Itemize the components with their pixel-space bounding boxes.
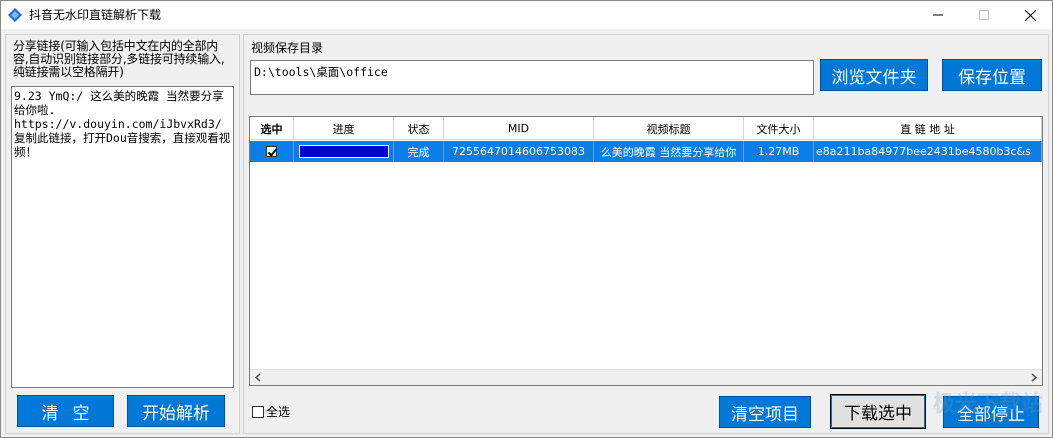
select-all-box[interactable] [252,405,264,418]
close-icon [1024,9,1036,21]
app-window: 抖音无水印直链解析下载 分享链接(可输入包括中文在内的全部内容,自动识别链接部分… [0,0,1053,438]
save-dir-input[interactable]: D:\tools\桌面\office [250,60,814,95]
scroll-right-icon[interactable] [1030,373,1038,382]
clear-button[interactable]: 清空 [17,395,114,427]
row-size-cell: 1.27MB [744,141,814,162]
column-header-mid[interactable]: MID [444,117,594,140]
save-location-button[interactable]: 保存位置 [942,59,1042,91]
table-header: 选中 进度 状态 MID 视频标题 文件大小 直 链 地 址 [250,117,1042,140]
column-header-size[interactable]: 文件大小 [744,117,814,140]
row-status-cell: 完成 [394,141,444,162]
row-title-cell: 么美的晚霞 当然要分享给你 [594,141,744,162]
download-selected-button[interactable]: 下载选中 [830,394,926,429]
video-table: 选中 进度 状态 MID 视频标题 文件大小 直 链 地 址 完成 725564 [249,116,1043,386]
share-link-panel: 分享链接(可输入包括中文在内的全部内容,自动识别链接部分,多链接可持续输入,纯链… [5,34,240,434]
row-checkbox[interactable] [266,146,277,157]
table-row[interactable]: 完成 7255647014606753083 么美的晚霞 当然要分享给你 1.2… [250,141,1042,162]
download-panel: 视频保存目录 D:\tools\桌面\office 浏览文件夹 保存位置 选中 … [243,34,1049,434]
minimize-button[interactable] [915,1,961,29]
column-header-status[interactable]: 状态 [394,117,444,140]
column-header-url[interactable]: 直 链 地 址 [814,117,1042,140]
row-select-cell[interactable] [250,141,294,162]
row-url-cell: e8a211ba84977bee2431be4580b3c&s [814,141,1042,162]
browse-folder-button[interactable]: 浏览文件夹 [820,59,928,91]
column-header-select[interactable]: 选中 [250,117,294,140]
maximize-icon [979,10,989,20]
horizontal-scrollbar[interactable] [250,369,1042,385]
clear-items-button[interactable]: 清空项目 [719,396,811,428]
maximize-button[interactable] [961,1,1007,29]
column-header-title[interactable]: 视频标题 [594,117,744,140]
save-dir-label: 视频保存目录 [251,41,324,55]
stop-all-button[interactable]: 全部停止 [943,396,1039,428]
app-diamond-icon [8,8,22,22]
progress-bar [298,145,389,158]
scroll-left-icon[interactable] [254,373,262,382]
select-all-label: 全选 [266,405,291,419]
close-button[interactable] [1007,1,1053,29]
title-bar: 抖音无水印直链解析下载 [1,1,1052,29]
share-link-textarea[interactable]: 9.23 YmQ:/ 这么美的晚霞 当然要分享给你啦. https://v.do… [11,86,234,388]
column-header-progress[interactable]: 进度 [294,117,394,140]
select-all-checkbox[interactable]: 全选 [252,403,290,420]
minimize-icon [933,14,943,16]
row-mid-cell: 7255647014606753083 [444,141,594,162]
window-title: 抖音无水印直链解析下载 [29,8,162,22]
row-progress-cell [294,141,394,162]
share-link-label: 分享链接(可输入包括中文在内的全部内容,自动识别链接部分,多链接可持续输入,纯链… [13,39,225,79]
progress-fill [299,146,388,157]
start-parse-button[interactable]: 开始解析 [127,395,225,427]
